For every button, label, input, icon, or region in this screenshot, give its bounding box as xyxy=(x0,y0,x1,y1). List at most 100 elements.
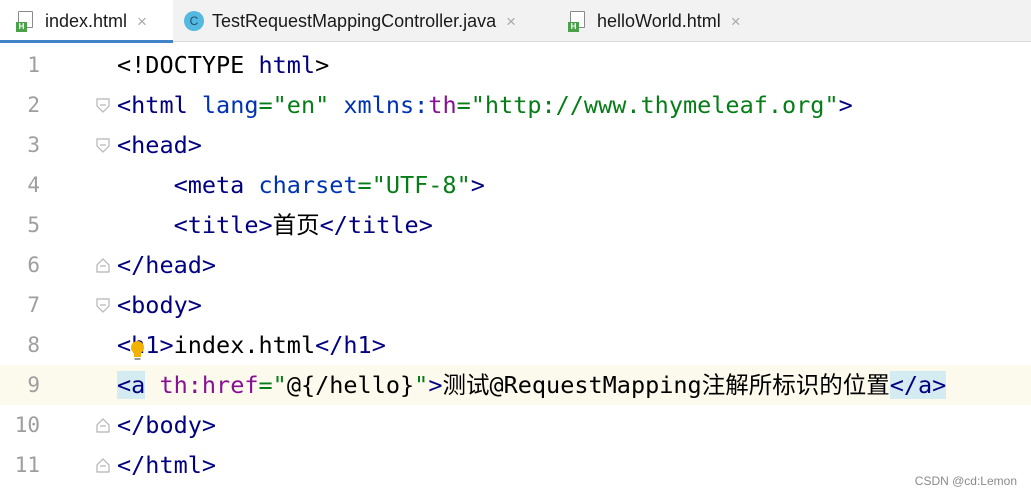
token-bracket: > xyxy=(428,371,443,399)
token-equals: = xyxy=(456,91,471,119)
token-tag: <head xyxy=(117,131,188,159)
code-text[interactable]: </head> xyxy=(117,245,216,285)
code-line[interactable]: 5 <title>首页</title> xyxy=(0,205,1031,245)
token-namespace: th xyxy=(428,91,457,119)
token-bracket: > xyxy=(201,411,217,439)
fold-open-icon[interactable] xyxy=(96,298,110,313)
tab-index-html[interactable]: H index.html × xyxy=(0,0,173,43)
token-bracket: > xyxy=(201,451,217,479)
token-bracket: > xyxy=(159,331,174,359)
fold-close-icon[interactable] xyxy=(96,258,110,273)
token-tag: <html xyxy=(117,91,188,119)
light-bulb-icon[interactable] xyxy=(129,340,146,362)
code-line[interactable]: 2 <html lang="en" xmlns:th="http://www.t… xyxy=(0,85,1031,125)
tab-label: index.html xyxy=(45,10,128,31)
fold-open-icon[interactable] xyxy=(96,98,110,113)
token-tag: </head xyxy=(117,251,202,279)
token-bracket: > xyxy=(371,331,386,359)
code-line[interactable]: 1 <!DOCTYPE html> xyxy=(0,45,1031,85)
html-badge: H xyxy=(568,22,579,32)
token-equals: = xyxy=(258,371,273,399)
token-equals: = xyxy=(258,91,273,119)
token-tag-matched: <a xyxy=(117,371,146,399)
code-editor[interactable]: 1 <!DOCTYPE html> 2 <html lang="en" xmln… xyxy=(0,43,1031,496)
code-text[interactable]: <h1>index.html</h1> xyxy=(117,325,386,365)
token-text: 首页 xyxy=(272,211,320,239)
token-attribute: xmlns: xyxy=(329,91,429,119)
line-number: 4 xyxy=(27,173,40,197)
code-text[interactable]: </html> xyxy=(117,445,216,485)
html-file-icon: H xyxy=(16,10,36,32)
token-text: 测试@RequestMapping注解所标识的位置 xyxy=(442,371,890,399)
code-line[interactable]: 3 <head> xyxy=(0,125,1031,165)
token-bracket: > xyxy=(838,91,853,119)
token-bracket: > xyxy=(470,171,485,199)
html-badge: H xyxy=(16,22,27,32)
token-string: "en" xyxy=(272,91,330,119)
line-number: 1 xyxy=(27,53,40,77)
code-line[interactable]: 11 </html> xyxy=(0,445,1031,485)
close-icon[interactable]: × xyxy=(506,13,516,30)
token-bracket: > xyxy=(187,131,202,159)
token-tag-matched: </a xyxy=(889,371,933,399)
fold-close-icon[interactable] xyxy=(96,458,110,473)
token-bracket: > xyxy=(201,251,217,279)
token-bracket: > xyxy=(418,211,433,239)
code-text[interactable]: <html lang="en" xmlns:th="http://www.thy… xyxy=(117,85,853,125)
watermark: CSDN @cd:Lemon xyxy=(914,474,1017,488)
code-line[interactable]: 10 </body> xyxy=(0,405,1031,445)
token-expression: @{/hello} xyxy=(286,371,415,399)
token-bracket: > xyxy=(315,51,330,79)
code-text[interactable]: <body> xyxy=(117,285,202,325)
token-string: "http://www.thymeleaf.org" xyxy=(470,91,839,119)
token-tag: </h1 xyxy=(315,331,372,359)
token-bracket: > xyxy=(258,211,273,239)
token-tag: <body xyxy=(117,291,188,319)
token-tag: </html xyxy=(117,451,202,479)
token-bracket: > xyxy=(187,291,202,319)
line-number: 11 xyxy=(14,453,40,477)
line-number: 7 xyxy=(27,293,40,317)
close-icon[interactable]: × xyxy=(137,13,147,30)
code-line[interactable]: 6 </head> xyxy=(0,245,1031,285)
token-quote: " xyxy=(414,371,429,399)
token-attribute: charset xyxy=(244,171,358,199)
token-doctype: <!DOCTYPE xyxy=(117,51,245,79)
code-text[interactable]: <title>首页</title> xyxy=(117,205,433,245)
line-number: 2 xyxy=(27,93,40,117)
token-tag: <title xyxy=(117,211,259,239)
code-text[interactable]: </body> xyxy=(117,405,216,445)
close-icon[interactable]: × xyxy=(731,13,741,30)
token-tag: </title xyxy=(319,211,419,239)
code-text[interactable]: <head> xyxy=(117,125,202,165)
token-tag-name: html xyxy=(244,51,316,79)
token-tag: </body xyxy=(117,411,202,439)
line-number: 9 xyxy=(27,373,40,397)
html-file-icon: H xyxy=(568,10,588,32)
code-line[interactable]: 7 <body> xyxy=(0,285,1031,325)
line-number: 8 xyxy=(27,333,40,357)
token-string: "UTF-8" xyxy=(371,171,471,199)
line-number: 6 xyxy=(27,253,40,277)
code-text[interactable]: <!DOCTYPE html> xyxy=(117,45,329,85)
tab-hello-world-html[interactable]: H helloWorld.html × xyxy=(554,0,774,42)
token-bracket: > xyxy=(932,371,947,399)
fold-open-icon[interactable] xyxy=(96,138,110,153)
editor-tab-bar: H index.html × C TestRequestMappingContr… xyxy=(0,0,1031,43)
line-number: 5 xyxy=(27,213,40,237)
token-namespace: th xyxy=(145,371,188,399)
tab-label: helloWorld.html xyxy=(597,10,721,31)
java-class-icon: C xyxy=(184,11,204,31)
code-text[interactable]: <meta charset="UTF-8"> xyxy=(117,165,485,205)
code-text[interactable]: <a th:href="@{/hello}">测试@RequestMapping… xyxy=(117,365,947,405)
token-quote: " xyxy=(272,371,287,399)
token-attribute: :href xyxy=(187,371,259,399)
line-number: 10 xyxy=(14,413,40,437)
fold-close-icon[interactable] xyxy=(96,418,110,433)
tab-test-request-mapping-controller[interactable]: C TestRequestMappingController.java × xyxy=(173,0,554,42)
code-line[interactable]: 8 <h1>index.html</h1> xyxy=(0,325,1031,365)
token-attribute: lang xyxy=(187,91,259,119)
token-tag: <meta xyxy=(117,171,245,199)
code-line[interactable]: 4 <meta charset="UTF-8"> xyxy=(0,165,1031,205)
code-line-current[interactable]: 9 <a th:href="@{/hello}">测试@RequestMappi… xyxy=(0,365,1031,405)
